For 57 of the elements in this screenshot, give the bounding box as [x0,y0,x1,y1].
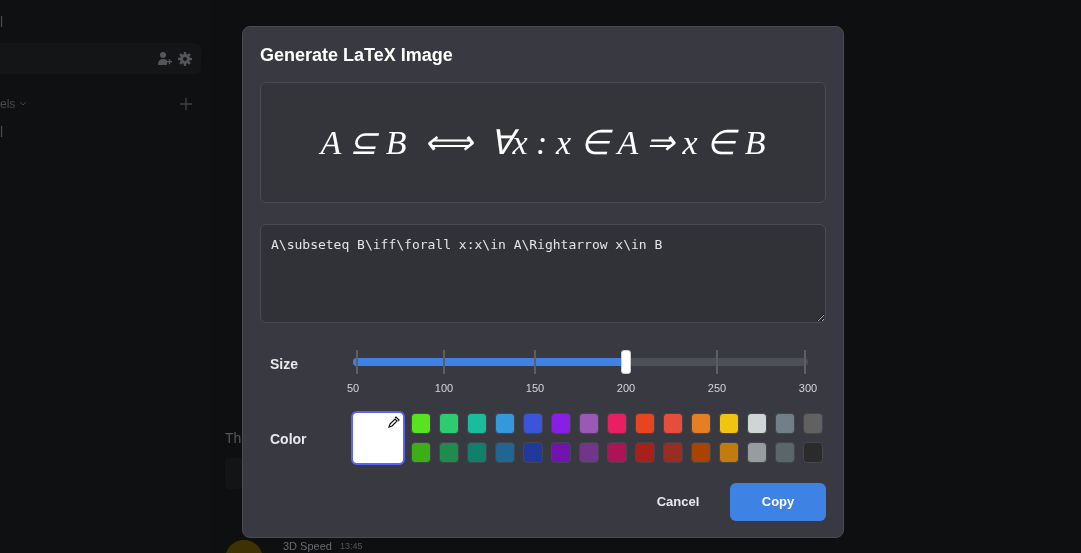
color-swatch[interactable] [579,413,599,434]
color-swatch[interactable] [691,413,711,434]
color-swatch[interactable] [747,413,767,434]
color-swatch[interactable] [803,413,823,434]
rendered-formula: A ⊆ B ⟺ ∀x : x ∈ A ⇒ x ∈ B [320,123,766,163]
color-swatch[interactable] [495,442,515,463]
color-swatch[interactable] [691,442,711,463]
tick-label: 250 [707,381,727,396]
settings-icon[interactable] [177,50,193,67]
color-swatch[interactable] [411,413,431,434]
color-swatch[interactable] [495,413,515,434]
color-swatch[interactable] [579,442,599,463]
color-swatch[interactable] [467,442,487,463]
color-swatch[interactable] [607,442,627,463]
color-swatch[interactable] [775,442,795,463]
color-swatch[interactable] [747,442,767,463]
chevron-down-icon [19,101,28,107]
slider-handle[interactable] [621,350,631,374]
cancel-button[interactable]: Cancel [630,483,726,521]
sidebar-text: l [0,14,4,30]
plus-icon[interactable] [180,98,192,110]
message-time: 13:45 [339,540,363,553]
tick-label: 50 [346,381,360,396]
color-swatch[interactable] [523,442,543,463]
color-swatch[interactable] [803,442,823,463]
tick-label: 200 [616,381,636,396]
color-swatch[interactable] [719,413,739,434]
welcome-text: Th [225,429,242,448]
color-swatch[interactable] [551,442,571,463]
color-swatch[interactable] [439,442,459,463]
add-user-icon[interactable] [157,50,173,67]
color-swatch[interactable] [719,442,739,463]
color-swatch[interactable] [775,413,795,434]
copy-button[interactable]: Copy [730,483,826,521]
color-swatch[interactable] [663,442,683,463]
color-swatch[interactable] [523,413,543,434]
latex-input[interactable]: A\subseteq B\iff\forall x:x\in A\Rightarrow x\in B [260,224,826,323]
color-swatch[interactable] [607,413,627,434]
color-swatch[interactable] [411,442,431,463]
section-label[interactable]: els [0,96,16,112]
size-slider[interactable] [353,350,808,374]
channel-item[interactable]: l [0,122,4,142]
author-name: 3D Speed [283,540,332,553]
tick-label: 300 [798,381,818,396]
size-label: Size [269,355,299,374]
color-swatch[interactable] [635,442,655,463]
color-swatch[interactable] [467,413,487,434]
color-swatch[interactable] [551,413,571,434]
color-swatch[interactable] [439,413,459,434]
dialog-title: Generate LaTeX Image [260,44,454,66]
tick-label: 100 [434,381,454,396]
eyedropper-icon[interactable] [388,416,400,428]
tick-label: 150 [525,381,545,396]
color-swatch[interactable] [635,413,655,434]
custom-color-swatch[interactable] [353,413,403,463]
color-swatch[interactable] [663,413,683,434]
color-label: Color [269,430,308,449]
